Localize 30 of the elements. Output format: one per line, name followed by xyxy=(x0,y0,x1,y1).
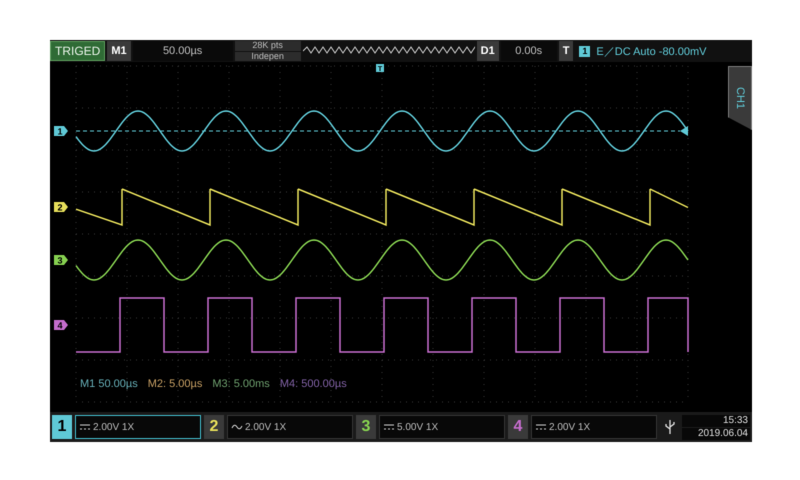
math-readout: M3: 5.00ms xyxy=(212,378,270,390)
math-readout: M1 50.00µs xyxy=(80,378,138,390)
channel-marker[interactable]: 4 xyxy=(54,320,68,330)
channel-marker[interactable]: 2 xyxy=(54,202,68,212)
usb-icon xyxy=(665,419,675,435)
channel-marker[interactable]: 3 xyxy=(54,255,68,266)
clock-time: 15:33 xyxy=(682,414,750,426)
channel-marker[interactable]: 1 xyxy=(54,126,68,136)
math-readout: M2: 5.00µs xyxy=(148,378,202,390)
clock-date: 2019.06.04 xyxy=(682,428,750,440)
memory-label[interactable]: M1 xyxy=(107,41,131,61)
channel-setting[interactable]: 5.00V 1X xyxy=(379,415,505,439)
channel-tab[interactable]: CH1 xyxy=(728,66,752,130)
trigger-info: E／DC Auto -80.00mV xyxy=(595,44,706,60)
delay-value: 0.00s xyxy=(500,41,557,61)
channel-number[interactable]: 1 xyxy=(52,415,72,439)
acquire-mode: Indepen xyxy=(234,52,301,61)
channel-setting[interactable]: 2.00V 1X xyxy=(227,415,353,439)
channel-number[interactable]: 3 xyxy=(356,415,376,439)
trigger-source: 1 xyxy=(579,46,590,56)
points-value: 28K pts xyxy=(234,41,301,50)
trigger-label[interactable]: T xyxy=(558,41,574,61)
trigger-level-indicator[interactable] xyxy=(76,126,688,136)
math-readout: M4: 500.00µs xyxy=(280,378,347,390)
channel-setting[interactable]: 2.00V 1X xyxy=(531,415,657,439)
trigger-status: TRIGED xyxy=(50,41,106,61)
delay-label[interactable]: D1 xyxy=(476,41,499,61)
channel-setting[interactable]: 2.00V 1X xyxy=(75,415,201,439)
timebase-value: 50.00µs xyxy=(132,41,233,61)
channel-number[interactable]: 2 xyxy=(204,415,224,439)
